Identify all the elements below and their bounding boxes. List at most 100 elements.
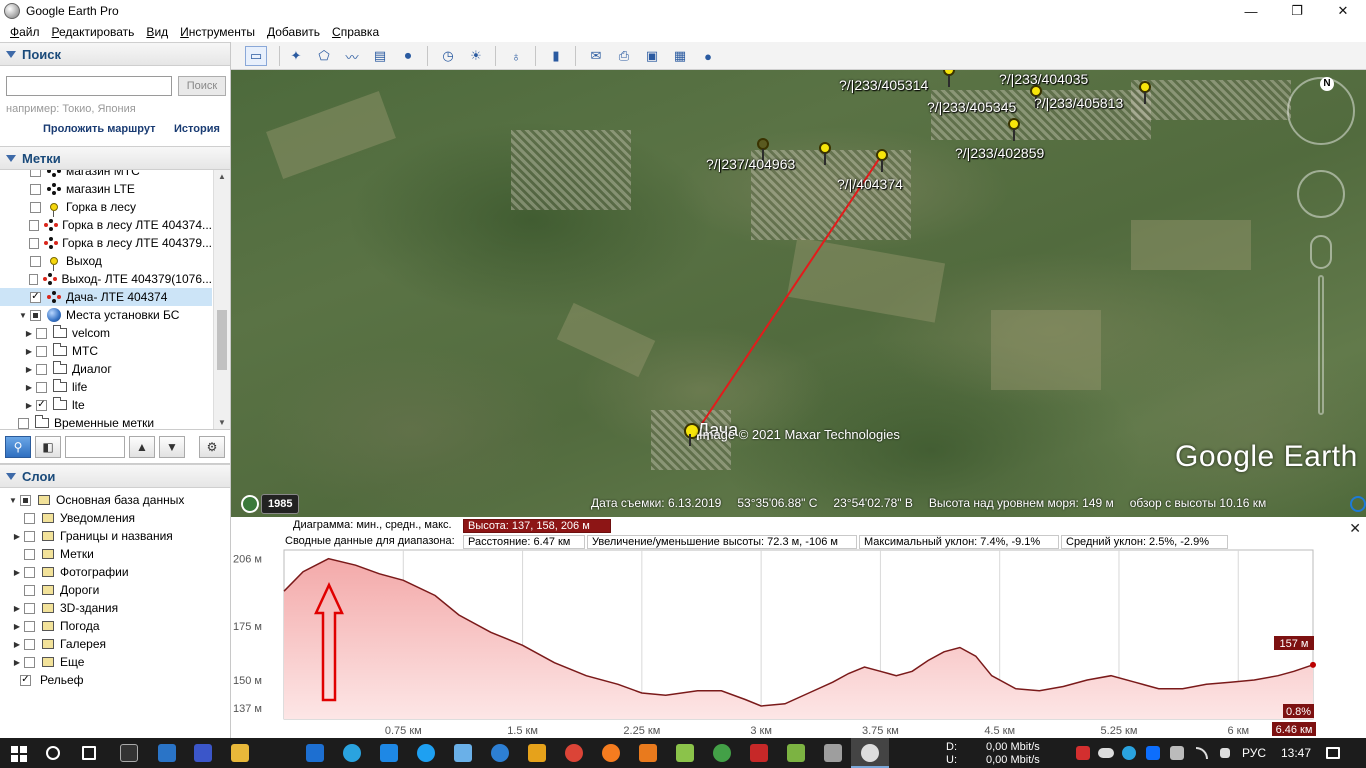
firefox-icon[interactable]: [602, 744, 620, 762]
expand-toggle-icon[interactable]: ▶: [12, 640, 22, 649]
visibility-checkbox[interactable]: [28, 273, 39, 285]
visibility-checkbox[interactable]: [18, 417, 29, 429]
expand-toggle-icon[interactable]: ▶: [24, 365, 34, 374]
app-icon[interactable]: [750, 744, 768, 762]
tree-item[interactable]: магазин LTE: [0, 180, 212, 198]
visibility-checkbox[interactable]: [36, 327, 47, 339]
visibility-checkbox[interactable]: [24, 620, 35, 632]
app-icon[interactable]: [528, 744, 546, 762]
outlook-icon[interactable]: [306, 744, 324, 762]
view-in-maps-icon[interactable]: ▦: [669, 46, 691, 66]
layers-section-header[interactable]: Слои: [0, 464, 230, 488]
cell-tower-pin[interactable]: [876, 149, 888, 172]
notifications-icon[interactable]: [1326, 747, 1340, 759]
add-placemark-icon[interactable]: ✦: [285, 46, 307, 66]
cloud-icon[interactable]: [1098, 748, 1114, 758]
skype-icon[interactable]: [491, 744, 509, 762]
menu-view[interactable]: Вид: [140, 25, 174, 39]
tray-app-icon[interactable]: [1170, 746, 1184, 760]
tree-item[interactable]: Временные метки: [0, 414, 212, 429]
visibility-checkbox[interactable]: [24, 602, 35, 614]
search-input[interactable]: [6, 76, 172, 96]
search-section-header[interactable]: Поиск: [0, 42, 230, 66]
search-button[interactable]: Поиск: [178, 76, 226, 96]
tree-item[interactable]: ▶ Границы и названия: [0, 527, 212, 545]
expand-toggle-icon[interactable]: ▶: [12, 658, 22, 667]
app-icon[interactable]: [676, 744, 694, 762]
app-icon[interactable]: [639, 744, 657, 762]
directions-link[interactable]: Проложить маршрут: [43, 123, 155, 135]
tree-item[interactable]: Горка в лесу ЛТЕ 404379...: [0, 234, 212, 252]
navigation-controls[interactable]: N: [1281, 75, 1361, 425]
app-icon[interactable]: [824, 744, 842, 762]
move-up-icon[interactable]: ▲: [129, 435, 155, 458]
save-app-icon[interactable]: [194, 744, 212, 762]
google-earth-taskbar-button[interactable]: [851, 738, 889, 768]
compass-north-icon[interactable]: N: [1320, 77, 1334, 91]
tree-item[interactable]: ▼ Места установки БС: [0, 306, 212, 324]
tree-item[interactable]: Уведомления: [0, 509, 212, 527]
email-icon[interactable]: ✉: [585, 46, 607, 66]
tree-item[interactable]: Выход: [0, 252, 212, 271]
places-section-header[interactable]: Метки: [0, 146, 230, 170]
places-scrollbar[interactable]: ▲ ▼: [213, 170, 230, 429]
tree-item[interactable]: Дороги: [0, 581, 212, 599]
browser-icon[interactable]: [417, 744, 435, 762]
tree-item[interactable]: магазин МТС: [0, 170, 212, 180]
visibility-checkbox[interactable]: [24, 566, 35, 578]
add-polygon-icon[interactable]: ⬠: [313, 46, 335, 66]
look-joystick-icon[interactable]: [1297, 170, 1345, 218]
visibility-checkbox[interactable]: [30, 183, 41, 195]
elevation-chart[interactable]: 0.75 км 1.5 км 2.25 км 3 км 3.75 км 4.5 км 5.2…: [231, 517, 1366, 738]
edge-icon[interactable]: [380, 744, 398, 762]
visibility-checkbox[interactable]: [28, 219, 39, 231]
visibility-checkbox[interactable]: ✓: [20, 674, 31, 686]
historical-year-badge[interactable]: 1985: [261, 494, 300, 514]
expand-toggle-icon[interactable]: ▶: [24, 401, 34, 410]
scroll-thumb[interactable]: [217, 310, 227, 370]
scroll-down-icon[interactable]: ▼: [214, 416, 230, 429]
tree-item[interactable]: ▶ 3D-здания: [0, 599, 212, 617]
tray-app-icon[interactable]: [1076, 746, 1090, 760]
wifi-icon[interactable]: [1196, 747, 1208, 759]
tree-item[interactable]: ✓ Дача- ЛТЕ 404374: [0, 288, 212, 306]
earth-gallery-icon[interactable]: ●: [697, 46, 719, 66]
windows-start-icon[interactable]: [11, 746, 27, 762]
expand-toggle-icon[interactable]: ▶: [24, 329, 34, 338]
app-icon[interactable]: [787, 744, 805, 762]
record-tour-icon[interactable]: ⏺: [397, 46, 419, 66]
visibility-checkbox[interactable]: [36, 345, 47, 357]
street-view-pegman-icon[interactable]: [1310, 235, 1332, 269]
terminal-icon[interactable]: [120, 744, 138, 762]
tree-item[interactable]: ▶ life: [0, 378, 212, 396]
expand-toggle-icon[interactable]: ▶: [12, 568, 22, 577]
menu-add[interactable]: Добавить: [261, 25, 326, 39]
task-view-icon[interactable]: [82, 746, 96, 760]
visibility-checkbox[interactable]: [24, 638, 35, 650]
visibility-checkbox[interactable]: [24, 512, 35, 524]
map-view[interactable]: ?/|233/405314 ?/|233/404035 ?/|233/40534…: [231, 70, 1366, 517]
tree-item[interactable]: ✓ Рельеф: [0, 671, 212, 689]
visibility-checkbox[interactable]: [24, 530, 35, 542]
visibility-checkbox[interactable]: ✓: [30, 291, 41, 303]
history-link[interactable]: История: [174, 123, 220, 135]
save-image-icon[interactable]: ▣: [641, 46, 663, 66]
menu-file[interactable]: Файл: [4, 25, 46, 39]
expand-toggle-icon[interactable]: ▶: [24, 383, 34, 392]
app-icon[interactable]: [158, 744, 176, 762]
menu-tools[interactable]: Инструменты: [174, 25, 261, 39]
visibility-checkbox[interactable]: [24, 656, 35, 668]
tree-item[interactable]: Метки: [0, 545, 212, 563]
dropbox-icon[interactable]: [1146, 746, 1160, 760]
sidebar-toggle-icon[interactable]: ▭: [245, 46, 267, 66]
visibility-checkbox[interactable]: [28, 237, 39, 249]
app-icon[interactable]: [713, 744, 731, 762]
expand-toggle-icon[interactable]: ▶: [12, 532, 22, 541]
visibility-checkbox[interactable]: [20, 494, 31, 506]
volume-icon[interactable]: [1220, 748, 1230, 758]
historical-imagery-icon[interactable]: ◷: [437, 46, 459, 66]
planets-icon[interactable]: ♁: [505, 46, 527, 66]
tree-item[interactable]: ▶ Галерея: [0, 635, 212, 653]
search-places-icon[interactable]: ⚲: [5, 435, 31, 458]
visibility-checkbox[interactable]: [30, 201, 41, 213]
